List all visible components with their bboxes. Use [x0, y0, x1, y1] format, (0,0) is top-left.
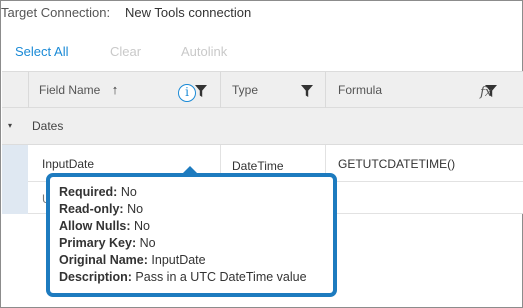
tooltip-line-primary-key: Primary Key: No	[59, 236, 156, 250]
field-name-header-label: Field Name	[39, 83, 101, 97]
filter-icon[interactable]	[195, 85, 207, 97]
group-name: Dates	[32, 119, 64, 133]
column-divider	[28, 72, 29, 108]
formula-cell[interactable]: GETUTCDATETIME()	[338, 157, 455, 171]
type-cell: DateTime	[232, 159, 284, 173]
group-row-dates[interactable]: ▾ Dates	[2, 108, 523, 145]
window-frame: Target Connection: New Tools connection …	[0, 0, 523, 308]
grid-header: Field Name ↑ Type Formula	[2, 71, 523, 108]
column-header-formula[interactable]: Formula	[338, 72, 382, 108]
field-name-cell: InputDate	[42, 157, 95, 171]
tooltip-line-description: Description: Pass in a UTC DateTime valu…	[59, 270, 307, 284]
tooltip-line-allow-nulls: Allow Nulls: No	[59, 219, 150, 233]
target-connection-label: Target Connection:	[1, 5, 111, 20]
tooltip-line-read-only: Read-only: No	[59, 202, 144, 216]
row-selector[interactable]	[2, 182, 28, 214]
sort-ascending-icon[interactable]: ↑	[112, 82, 119, 97]
info-icon[interactable]: i	[178, 84, 196, 102]
field-info-tooltip: Required: No Read-only: No Allow Nulls: …	[46, 173, 337, 297]
tooltip-line-original-name: Original Name: InputDate	[59, 253, 206, 267]
target-connection-value: New Tools connection	[125, 5, 252, 20]
tooltip-line-required: Required: No	[59, 185, 137, 199]
clear-button[interactable]: Clear	[110, 44, 141, 59]
column-header-type[interactable]: Type	[232, 72, 258, 108]
column-header-field-name[interactable]: Field Name ↑	[39, 72, 118, 108]
row-selector[interactable]	[2, 145, 28, 182]
column-divider	[325, 72, 326, 108]
filter-icon[interactable]	[301, 85, 313, 97]
column-divider	[220, 72, 221, 108]
select-all-button[interactable]: Select All	[15, 44, 68, 59]
caret-down-icon[interactable]: ▾	[8, 121, 12, 130]
autolink-button[interactable]: Autolink	[181, 44, 227, 59]
fx-icon[interactable]: fx	[480, 85, 492, 100]
